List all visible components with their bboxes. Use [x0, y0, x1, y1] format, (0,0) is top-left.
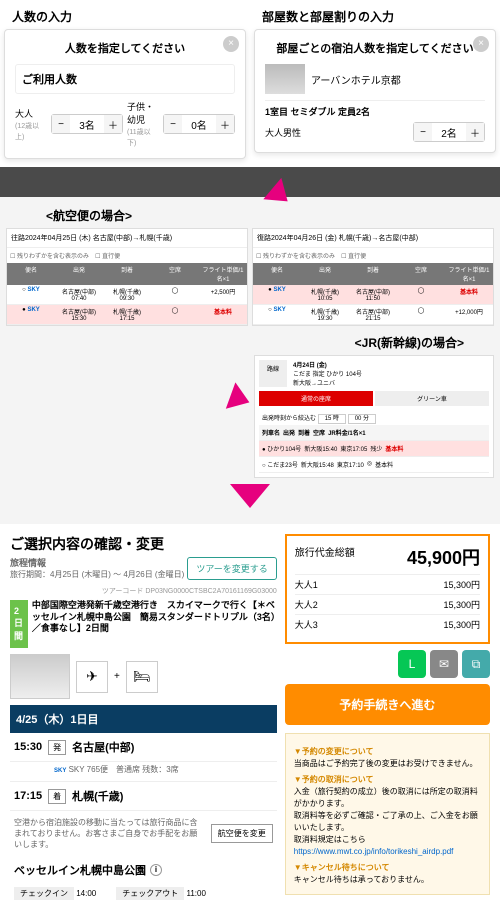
flight-row[interactable]: ○ SKY名古屋(中部)07:40札幌(千歳)09:30◯+2,500円 [7, 285, 247, 305]
price-column: 旅行代金総額45,900円 大人115,300円 大人215,300円 大人31… [285, 534, 490, 903]
panel-title: 人数を指定してください [15, 40, 235, 56]
male-stepper[interactable]: −2名＋ [413, 122, 485, 142]
hotel-name: アーバンホテル京都 [311, 72, 401, 87]
plus-icon: + [114, 671, 120, 682]
tour-title: 中部国際空港発新千歳空港行き スカイマークで行く【＊ベッセルイン札幌中島公園 簡… [32, 600, 277, 635]
flight-case-title: <航空便の場合> [46, 207, 494, 224]
segment-arrive: 17:15 着 札幌(千歳) [10, 782, 277, 811]
child-label: 子供・幼児(11歳以下) [127, 100, 159, 148]
cancel-policy-link[interactable]: https://www.mwt.co.jp/info/torikeshi_air… [294, 847, 454, 856]
plus-button[interactable]: ＋ [104, 115, 122, 133]
duration-badge: 2日間 [10, 600, 28, 648]
jr-case-title: <JR(新幹線)の場合> [6, 334, 464, 351]
divider-bar [0, 167, 500, 197]
bed-icon: 🛏 [126, 661, 158, 693]
close-icon[interactable]: × [473, 36, 489, 52]
minus-button[interactable]: − [164, 115, 182, 133]
fp-head: 往路2024年04月25日 (木) 名古屋(中部)→札幌(千歳) [7, 229, 247, 248]
route-label: 路線 [259, 360, 287, 387]
section-label-right: 部屋数と部屋割りの入力 [254, 4, 496, 29]
return-panel: 復路2024年04月26日 (金) 札幌(千歳)→名古屋(中部) ☐ 残りわずか… [252, 228, 494, 326]
tour-thumb [10, 654, 70, 699]
jr-row[interactable]: ● ひかり104号新大阪15:40東京17:05残少基本料 [259, 441, 489, 457]
plus-button[interactable]: ＋ [216, 115, 234, 133]
jr-panel: 路線 4月24日 (金) こだま 指定 ひかり 104号 新大阪→ユニバ 通常の… [254, 355, 494, 478]
plane-icon: ✈ [76, 661, 108, 693]
jr-row[interactable]: ○ こだま23号新大阪15:48東京17:10◎基本料 [259, 457, 489, 473]
panel-title: 部屋ごとの宿泊人数を指定してください [265, 40, 485, 56]
day-header: 4/25（木）1日目 [10, 705, 277, 733]
adult-stepper[interactable]: −3名＋ [51, 114, 123, 134]
adult-label: 大人(12歳以上) [15, 107, 47, 142]
minus-button[interactable]: − [414, 123, 432, 141]
flight-row[interactable]: ● SKY札幌(千歳)10:05名古屋(中部)11:50◯基本料 [253, 285, 493, 305]
jr-tab-green[interactable]: グリーン車 [375, 391, 489, 406]
room-line: 1室目 セミダブル 定員2名 [265, 100, 485, 118]
info-icon[interactable]: i [150, 864, 162, 876]
people-panel: × 人数を指定してください ご利用人数 大人(12歳以上) −3名＋ 子供・幼児… [4, 29, 246, 159]
segment-depart: 15:30 発 名古屋(中部) [10, 733, 277, 762]
itinerary-column: ご選択内容の確認・変更 旅程情報 旅行期間：4月25日 (木曜日) ～ 4月26… [10, 534, 277, 903]
proceed-button[interactable]: 予約手続きへ進む [285, 684, 490, 725]
confirm-title: ご選択内容の確認・変更 [10, 534, 277, 554]
mail-icon[interactable]: ✉ [430, 650, 458, 678]
minus-button[interactable]: − [52, 115, 70, 133]
change-flight-button[interactable]: 航空便を変更 [211, 824, 273, 843]
flight-row[interactable]: ○ SKY札幌(千歳)19:30名古屋(中部)21:15◯+12,000円 [253, 305, 493, 325]
arrow-down-icon [230, 484, 270, 508]
child-stepper[interactable]: −0名＋ [163, 114, 235, 134]
copy-icon[interactable]: ⧉ [462, 650, 490, 678]
info-box: ▼予約の変更について 当商品はご予約完了後の変更はお受けできません。 ▼予約の取… [285, 733, 490, 895]
male-label: 大人男性 [265, 126, 409, 139]
line-icon[interactable]: L [398, 650, 426, 678]
hotel-line: ベッセルイン札幌中島公園 i [10, 856, 277, 884]
change-tour-button[interactable]: ツアーを変更する [187, 557, 276, 580]
jr-tab-normal[interactable]: 通常の座席 [259, 391, 373, 406]
flight-panels: 往路2024年04月25日 (木) 名古屋(中部)→札幌(千歳) ☐ 残りわずか… [6, 228, 494, 326]
outbound-panel: 往路2024年04月25日 (木) 名古屋(中部)→札幌(千歳) ☐ 残りわずか… [6, 228, 248, 326]
plus-button[interactable]: ＋ [466, 123, 484, 141]
tour-code: ツアーコード DP03NG0000CTSBC2A70161169G03000 [10, 586, 277, 596]
section-label-left: 人数の入力 [4, 4, 246, 29]
hotel-thumb [265, 64, 305, 94]
field-label: ご利用人数 [15, 64, 235, 94]
close-icon[interactable]: × [223, 36, 239, 52]
arrow-icon [226, 382, 254, 415]
room-panel: × 部屋ごとの宿泊人数を指定してください アーバンホテル京都 1室目 セミダブル… [254, 29, 496, 153]
total-price: 45,900円 [407, 544, 480, 570]
price-box: 旅行代金総額45,900円 大人115,300円 大人215,300円 大人31… [285, 534, 490, 644]
flight-row[interactable]: ● SKY名古屋(中部)15:30札幌(千歳)17:15◯基本料 [7, 305, 247, 325]
transfer-note: 空港から宿泊施設の移動に当たっては旅行商品に含まれておりません。お客さまご自身で… [14, 817, 205, 850]
fp-head: 復路2024年04月26日 (金) 札幌(千歳)→名古屋(中部) [253, 229, 493, 248]
flight-detail: SKY SKY 765便 普通席 残数：3席 [10, 762, 277, 782]
